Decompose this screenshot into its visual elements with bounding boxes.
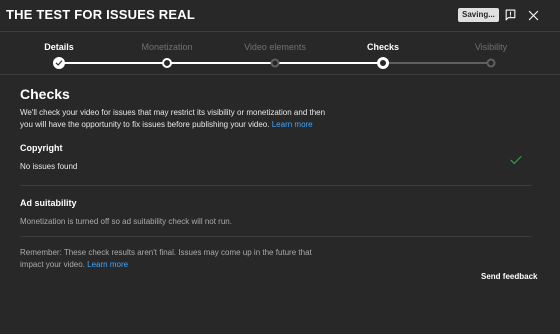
flag-feedback-icon[interactable] [501, 6, 519, 24]
send-feedback-button[interactable]: Send feedback [481, 272, 537, 281]
saving-status-badge: Saving... [458, 8, 499, 22]
step-details-check-icon[interactable] [53, 57, 65, 69]
close-icon[interactable] [524, 6, 542, 24]
upload-stepper: Details Monetization Video elements Chec… [0, 33, 560, 75]
step-video-elements-node[interactable] [270, 58, 280, 68]
step-visibility-node[interactable] [486, 58, 496, 68]
remember-text: Remember: These check results aren't fin… [20, 248, 312, 269]
step-monetization[interactable]: Monetization [141, 42, 192, 52]
copyright-title: Copyright [20, 143, 63, 153]
step-visibility[interactable]: Visibility [475, 42, 507, 52]
ad-suitability-section: Ad suitability Monetization is turned of… [20, 196, 532, 237]
upload-dialog: THE TEST FOR ISSUES REAL Saving... Detai… [0, 0, 560, 334]
page-title: Checks [20, 86, 70, 102]
stepper-progress-track [59, 62, 383, 64]
step-monetization-node[interactable] [162, 58, 172, 68]
step-video-elements[interactable]: Video elements [244, 42, 306, 52]
copyright-section: Copyright No issues found [20, 143, 532, 186]
dialog-header: THE TEST FOR ISSUES REAL Saving... [0, 0, 560, 32]
step-checks[interactable]: Checks [367, 42, 399, 52]
step-checks-node[interactable] [377, 57, 389, 69]
ad-suitability-title: Ad suitability [20, 198, 77, 208]
checkmark-icon [510, 152, 522, 170]
checks-content: Checks We'll check your video for issues… [20, 86, 532, 271]
copyright-status: No issues found [20, 162, 78, 171]
stepper-remaining-track [383, 62, 491, 64]
remember-note: Remember: These check results aren't fin… [20, 247, 320, 271]
step-details[interactable]: Details [44, 42, 74, 52]
checks-intro: We'll check your video for issues that m… [20, 107, 340, 131]
video-title: THE TEST FOR ISSUES REAL [6, 7, 195, 22]
learn-more-link[interactable]: Learn more [272, 120, 313, 129]
remember-learn-more-link[interactable]: Learn more [87, 260, 128, 269]
ad-suitability-status: Monetization is turned off so ad suitabi… [20, 217, 232, 226]
